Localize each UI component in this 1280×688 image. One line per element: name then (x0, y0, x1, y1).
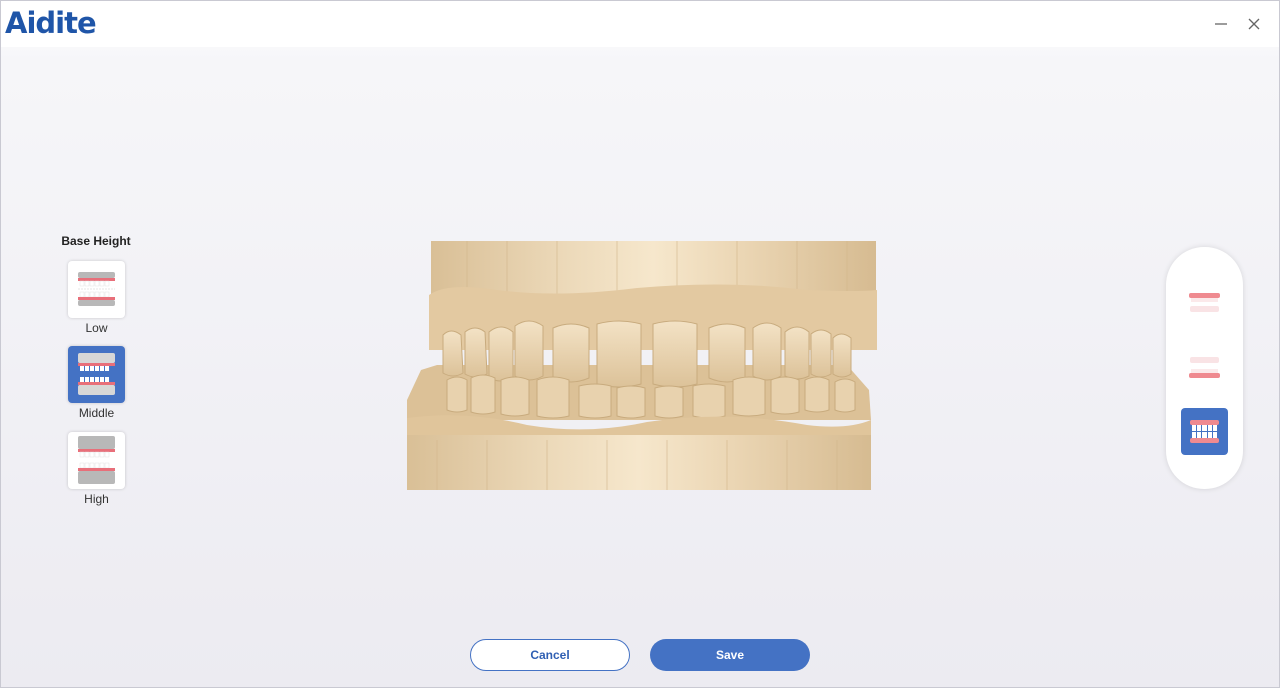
close-icon (1248, 18, 1260, 30)
minimize-button[interactable] (1210, 13, 1232, 35)
dental-model-viewport[interactable] (407, 240, 877, 490)
view-lower-jaw-button[interactable] (1181, 345, 1228, 392)
minimize-icon (1215, 23, 1227, 25)
base-height-title: Base Height (61, 234, 131, 248)
title-bar: Aidite (1, 1, 1279, 47)
base-high-icon (68, 432, 125, 489)
base-height-middle-option[interactable]: Middle (68, 346, 125, 420)
cancel-button[interactable]: Cancel (470, 639, 630, 671)
base-height-low-option[interactable]: Low (68, 261, 125, 335)
view-upper-jaw-button[interactable] (1181, 281, 1228, 328)
base-height-low-label: Low (85, 321, 108, 335)
save-button[interactable]: Save (650, 639, 810, 671)
close-button[interactable] (1243, 13, 1265, 35)
base-low-icon (68, 261, 125, 318)
base-height-middle-label: Middle (78, 406, 115, 420)
both-jaws-icon (1190, 420, 1219, 443)
view-both-jaws-button[interactable] (1181, 408, 1228, 455)
aidite-logo: Aidite (5, 6, 97, 40)
upper-jaw-icon (1189, 293, 1220, 312)
base-middle-icon (68, 346, 125, 403)
view-selector-panel (1166, 247, 1243, 489)
dental-model-3d (407, 241, 877, 490)
base-height-high-option[interactable]: High (68, 432, 125, 506)
lower-jaw-icon (1189, 357, 1220, 378)
base-height-high-label: High (84, 492, 109, 506)
